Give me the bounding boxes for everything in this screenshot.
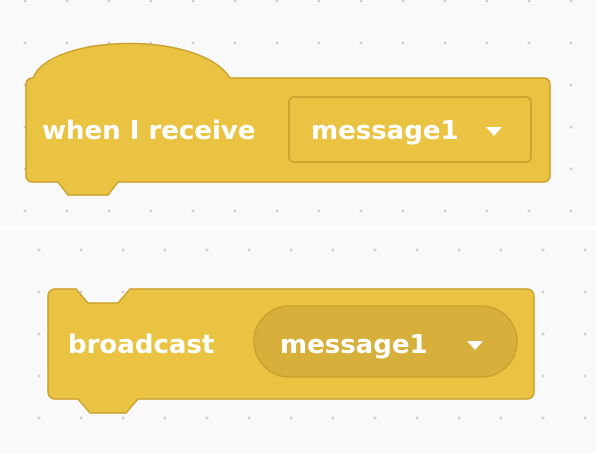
workspace-canvas-bottom[interactable]: broadcast message1 [0,229,596,454]
caret-down-icon [486,127,502,136]
when-i-receive-label: when I receive [42,116,256,146]
caret-down-icon [467,341,483,350]
broadcast-dropdown-value: message1 [280,330,428,360]
when-i-receive-dropdown-value: message1 [311,116,459,146]
workspace-canvas-top[interactable]: when I receive message1 [0,0,596,226]
broadcast-label: broadcast [68,330,215,360]
